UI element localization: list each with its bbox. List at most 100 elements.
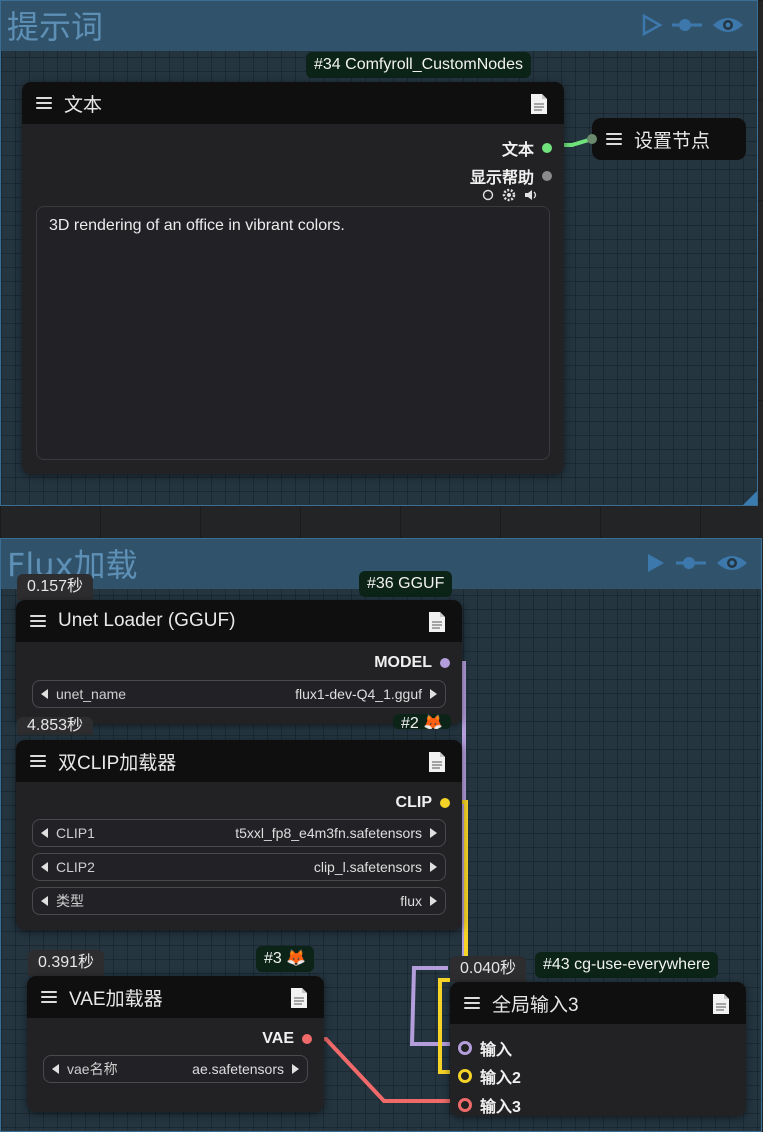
- document-icon[interactable]: [428, 751, 446, 773]
- node-header[interactable]: Unet Loader (GGUF): [16, 600, 462, 642]
- node-title: 全局输入3: [492, 994, 579, 1016]
- execution-timer: 0.157秒: [17, 574, 94, 600]
- input-dot[interactable]: [458, 1098, 472, 1112]
- group-resize-handle[interactable]: [743, 491, 757, 505]
- widget-name: CLIP1: [56, 825, 95, 841]
- document-icon[interactable]: [290, 987, 308, 1009]
- node-badge: #43 cg-use-everywhere: [535, 952, 719, 978]
- input-dot[interactable]: [587, 134, 597, 144]
- widget-value: flux1-dev-Q4_1.gguf: [295, 686, 422, 702]
- menu-icon[interactable]: [464, 997, 480, 1009]
- pin-icon[interactable]: [675, 553, 707, 573]
- output-dot[interactable]: [440, 658, 450, 668]
- input-label: 输入: [480, 1042, 513, 1059]
- node-header[interactable]: 文本: [22, 82, 564, 124]
- node-badge: #2 🦊: [393, 714, 452, 729]
- menu-icon[interactable]: [41, 991, 57, 1003]
- output-model[interactable]: MODEL: [374, 654, 450, 672]
- node-anything-everywhere[interactable]: 全局输入3 输入 输入2 输入3: [450, 982, 746, 1116]
- decrement-arrow-icon[interactable]: [41, 862, 48, 872]
- node-header[interactable]: VAE加载器: [27, 976, 324, 1018]
- widget-name: vae名称: [67, 1061, 118, 1077]
- output-dot[interactable]: [440, 798, 450, 808]
- execution-timer: 0.391秒: [28, 950, 105, 976]
- pin-icon[interactable]: [671, 15, 703, 35]
- menu-icon[interactable]: [30, 755, 46, 767]
- node-body: MODEL unet_name flux1-dev-Q4_1.gguf: [16, 642, 462, 724]
- speaker-icon[interactable]: [524, 189, 538, 201]
- output-vae[interactable]: VAE: [262, 1030, 312, 1048]
- node-badge: #34 Comfyroll_CustomNodes: [306, 52, 531, 78]
- input-2[interactable]: 输入2: [458, 1064, 521, 1088]
- prompt-textarea[interactable]: 3D rendering of an office in vibrant col…: [36, 206, 550, 460]
- play-icon[interactable]: [641, 13, 663, 37]
- decrement-arrow-icon[interactable]: [41, 689, 48, 699]
- widget-value: clip_l.safetensors: [313, 859, 422, 875]
- output-clip[interactable]: CLIP: [396, 794, 450, 812]
- widget-type[interactable]: 类型 flux: [32, 887, 446, 915]
- widget-clip1[interactable]: CLIP1 t5xxl_fp8_e4m3fn.safetensors: [32, 819, 446, 847]
- gear-icon[interactable]: [502, 188, 516, 202]
- node-title: VAE加载器: [69, 988, 163, 1010]
- node-title: 设置节点: [634, 130, 711, 152]
- decrement-arrow-icon[interactable]: [52, 1064, 59, 1074]
- execution-timer: 4.853秒: [17, 717, 94, 735]
- node-title: 文本: [64, 94, 103, 116]
- decrement-arrow-icon[interactable]: [41, 828, 48, 838]
- increment-arrow-icon[interactable]: [292, 1064, 299, 1074]
- document-icon[interactable]: [712, 993, 730, 1015]
- output-show-help[interactable]: 显示帮助: [470, 164, 552, 188]
- increment-arrow-icon[interactable]: [430, 828, 437, 838]
- node-unet-loader[interactable]: Unet Loader (GGUF) MODEL unet_name flux1…: [16, 600, 462, 724]
- widget-value: t5xxl_fp8_e4m3fn.safetensors: [235, 825, 422, 841]
- decrement-arrow-icon[interactable]: [41, 896, 48, 906]
- node-text[interactable]: 文本 文本 显示帮助 3D rendering of an office in …: [22, 82, 564, 474]
- output-label: 文本: [501, 142, 534, 159]
- input-label: 输入2: [480, 1070, 521, 1087]
- output-label: CLIP: [395, 794, 432, 811]
- increment-arrow-icon[interactable]: [430, 862, 437, 872]
- node-header[interactable]: 全局输入3: [450, 982, 746, 1024]
- eye-icon[interactable]: [711, 14, 745, 36]
- node-header[interactable]: 双CLIP加载器: [16, 740, 462, 782]
- widget-name: unet_name: [56, 686, 127, 702]
- widget-value: flux: [400, 893, 422, 909]
- node-body: 输入 输入2 输入3: [450, 1024, 746, 1116]
- node-set[interactable]: 设置节点: [587, 118, 746, 160]
- output-dot[interactable]: [542, 171, 552, 181]
- input-dot[interactable]: [458, 1069, 472, 1083]
- document-icon[interactable]: [428, 611, 446, 633]
- document-icon[interactable]: [530, 93, 548, 115]
- circle-icon[interactable]: [482, 189, 494, 201]
- widget-clip2[interactable]: CLIP2 clip_l.safetensors: [32, 853, 446, 881]
- node-vae-loader[interactable]: VAE加载器 VAE vae名称 ae.safetensors: [27, 976, 324, 1112]
- output-dot[interactable]: [302, 1034, 312, 1044]
- eye-icon[interactable]: [715, 552, 749, 574]
- node-body: VAE vae名称 ae.safetensors: [27, 1018, 324, 1112]
- output-text[interactable]: 文本: [502, 136, 552, 160]
- node-title: 双CLIP加载器: [58, 752, 177, 774]
- menu-icon[interactable]: [36, 97, 52, 109]
- node-dual-clip-loader[interactable]: 双CLIP加载器 CLIP CLIP1 t5xxl_fp8_e4m3fn.saf…: [16, 740, 462, 930]
- increment-arrow-icon[interactable]: [430, 896, 437, 906]
- play-icon[interactable]: [645, 551, 667, 575]
- widget-name: 类型: [56, 893, 84, 909]
- widget-unet-name[interactable]: unet_name flux1-dev-Q4_1.gguf: [32, 680, 446, 708]
- input-1[interactable]: 输入: [458, 1036, 512, 1060]
- menu-icon[interactable]: [606, 133, 622, 145]
- widget-vae-name[interactable]: vae名称 ae.safetensors: [43, 1055, 308, 1083]
- input-dot[interactable]: [458, 1041, 472, 1055]
- output-dot[interactable]: [542, 143, 552, 153]
- node-mini-icons: [482, 188, 538, 202]
- output-label: 显示帮助: [469, 170, 534, 187]
- menu-icon[interactable]: [30, 615, 46, 627]
- group-toolbar: [641, 13, 745, 37]
- widget-value: ae.safetensors: [192, 1061, 284, 1077]
- node-body: 文本 显示帮助 3D rendering of an office in vib…: [22, 124, 564, 474]
- group-toolbar: [645, 551, 749, 575]
- prompt-text: 3D rendering of an office in vibrant col…: [49, 217, 345, 234]
- increment-arrow-icon[interactable]: [430, 689, 437, 699]
- node-title: Unet Loader (GGUF): [58, 610, 236, 631]
- input-3[interactable]: 输入3: [458, 1093, 521, 1116]
- node-badge: #36 GGUF: [359, 571, 453, 597]
